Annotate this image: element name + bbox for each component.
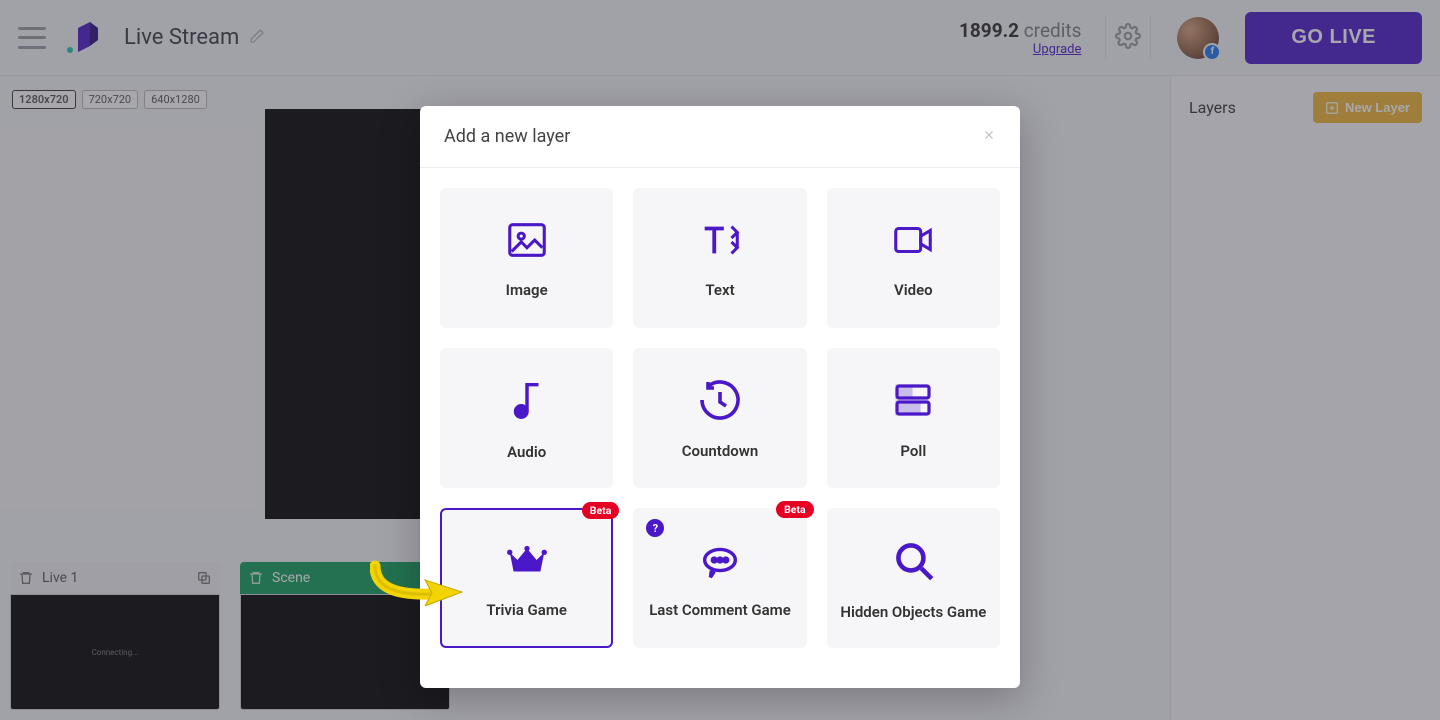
text-icon [695,217,745,263]
layer-tile-countdown[interactable]: Countdown [633,348,806,488]
magnifier-icon [888,535,938,585]
video-icon [886,217,940,263]
layer-tile-poll[interactable]: Poll [827,348,1000,488]
tile-label: Video [888,281,939,299]
tile-label: Audio [501,443,552,461]
tile-label: Trivia Game [480,601,573,619]
modal-title: Add a new layer [444,126,570,147]
tile-label: Text [699,281,740,299]
close-icon[interactable] [982,126,996,147]
crown-icon [501,537,553,583]
add-layer-modal: Add a new layer Image Text [420,106,1020,688]
speech-bubble-icon [694,537,746,583]
tile-label: Image [500,281,554,299]
layer-tile-last-comment-game[interactable]: Beta ? Last Comment Game [633,508,806,648]
layer-tile-text[interactable]: Text [633,188,806,328]
layer-tile-hidden-objects-game[interactable]: Hidden Objects Game [827,508,1000,648]
tile-label: Poll [894,442,932,460]
audio-icon [504,375,550,425]
layer-tile-video[interactable]: Video [827,188,1000,328]
beta-badge: Beta [776,501,814,518]
tile-label: Hidden Objects Game [834,603,992,621]
image-icon [502,217,552,263]
layer-tile-audio[interactable]: Audio [440,348,613,488]
tile-label: Last Comment Game [643,601,797,619]
beta-badge: Beta [582,502,620,519]
countdown-icon [696,376,744,424]
poll-icon [889,376,937,424]
layer-tile-trivia-game[interactable]: Beta Trivia Game [440,508,613,648]
tile-label: Countdown [676,442,764,460]
modal-overlay[interactable]: Add a new layer Image Text [0,0,1440,720]
layer-tile-image[interactable]: Image [440,188,613,328]
help-icon[interactable]: ? [646,519,664,537]
